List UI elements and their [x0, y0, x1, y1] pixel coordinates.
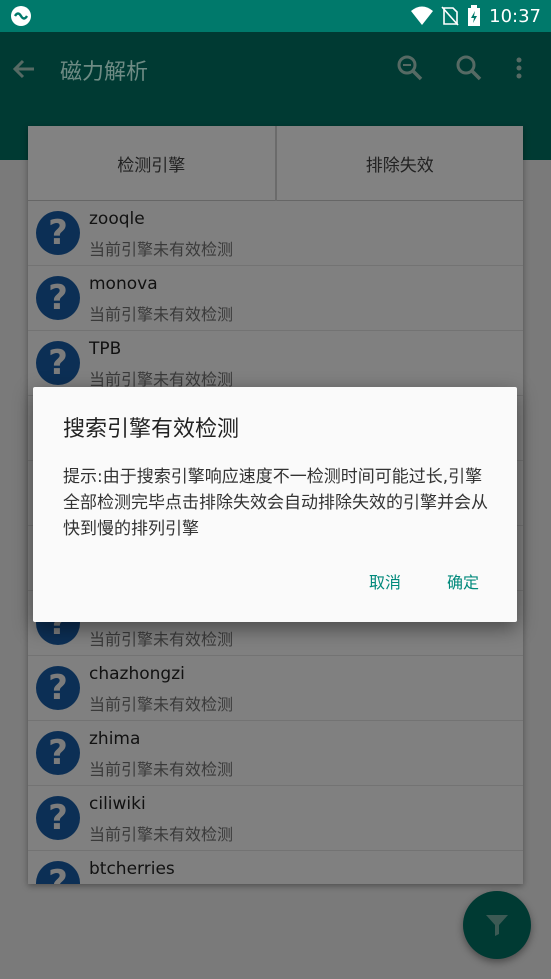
page-title: 磁力解析 [60, 60, 149, 85]
question-mark-icon: ? [36, 341, 80, 385]
confirm-button[interactable]: 确定 [447, 569, 479, 593]
no-sim-icon [441, 6, 459, 26]
engine-row[interactable]: ? chazhongzi 当前引擎未有效检测 [28, 656, 523, 721]
engine-row[interactable]: ? zhima 当前引擎未有效检测 [28, 721, 523, 786]
engine-row[interactable]: ? zooqle 当前引擎未有效检测 [28, 201, 523, 266]
status-time: 10:37 [489, 5, 541, 27]
question-mark-icon: ? [36, 211, 80, 255]
dialog-title: 搜索引擎有效检测 [63, 417, 240, 442]
engine-name: monova [89, 274, 158, 294]
engine-row[interactable]: ? monova 当前引擎未有效检测 [28, 266, 523, 331]
engine-status: 当前引擎未有效检测 [89, 760, 234, 779]
filter-fab[interactable] [463, 891, 531, 959]
battery-charging-icon [468, 5, 481, 26]
engine-check-dialog: 搜索引擎有效检测 提示:由于搜索引擎响应速度不一检测时间可能过长,引擎全部检测完… [33, 387, 517, 622]
engine-name: zooqle [89, 209, 145, 229]
exclude-invalid-button[interactable]: 排除失效 [276, 126, 523, 201]
engine-status: 当前引擎未有效检测 [89, 630, 234, 649]
status-bar: 10:37 [0, 0, 551, 32]
filter-funnel-icon [486, 915, 508, 936]
more-vert-icon[interactable] [512, 54, 526, 82]
engine-name: ciliwiki [89, 794, 146, 814]
wifi-icon [411, 6, 434, 25]
cast-app-icon [11, 6, 31, 26]
panel-button-bar: 检测引擎 排除失效 [28, 126, 523, 201]
back-arrow-icon[interactable] [10, 55, 38, 83]
question-mark-icon: ? [36, 861, 80, 884]
engine-name: zhima [89, 729, 141, 749]
question-mark-icon: ? [36, 796, 80, 840]
engine-row[interactable]: ? ciliwiki 当前引擎未有效检测 [28, 786, 523, 851]
search-icon[interactable] [455, 54, 483, 82]
detect-engine-button[interactable]: 检测引擎 [28, 126, 275, 201]
dialog-message: 提示:由于搜索引擎响应速度不一检测时间可能过长,引擎全部检测完毕点击排除失效会自… [63, 467, 488, 539]
engine-row[interactable]: ?btcherries当前引擎未有效检测 [28, 851, 523, 884]
engine-name: chazhongzi [89, 664, 185, 684]
question-mark-icon: ? [36, 731, 80, 775]
engine-status: 当前引擎未有效检测 [89, 695, 234, 714]
zoom-search-icon[interactable] [396, 54, 424, 82]
cancel-button[interactable]: 取消 [369, 569, 401, 593]
engine-status: 当前引擎未有效检测 [89, 305, 234, 324]
engine-name: TPB [89, 339, 122, 359]
question-mark-icon: ? [36, 666, 80, 710]
engine-status: 当前引擎未有效检测 [89, 240, 234, 259]
engine-status: 当前引擎未有效检测 [89, 825, 234, 844]
question-mark-icon: ? [36, 276, 80, 320]
app-toolbar: 磁力解析 [0, 32, 551, 107]
engine-name: btcherries [89, 859, 175, 879]
